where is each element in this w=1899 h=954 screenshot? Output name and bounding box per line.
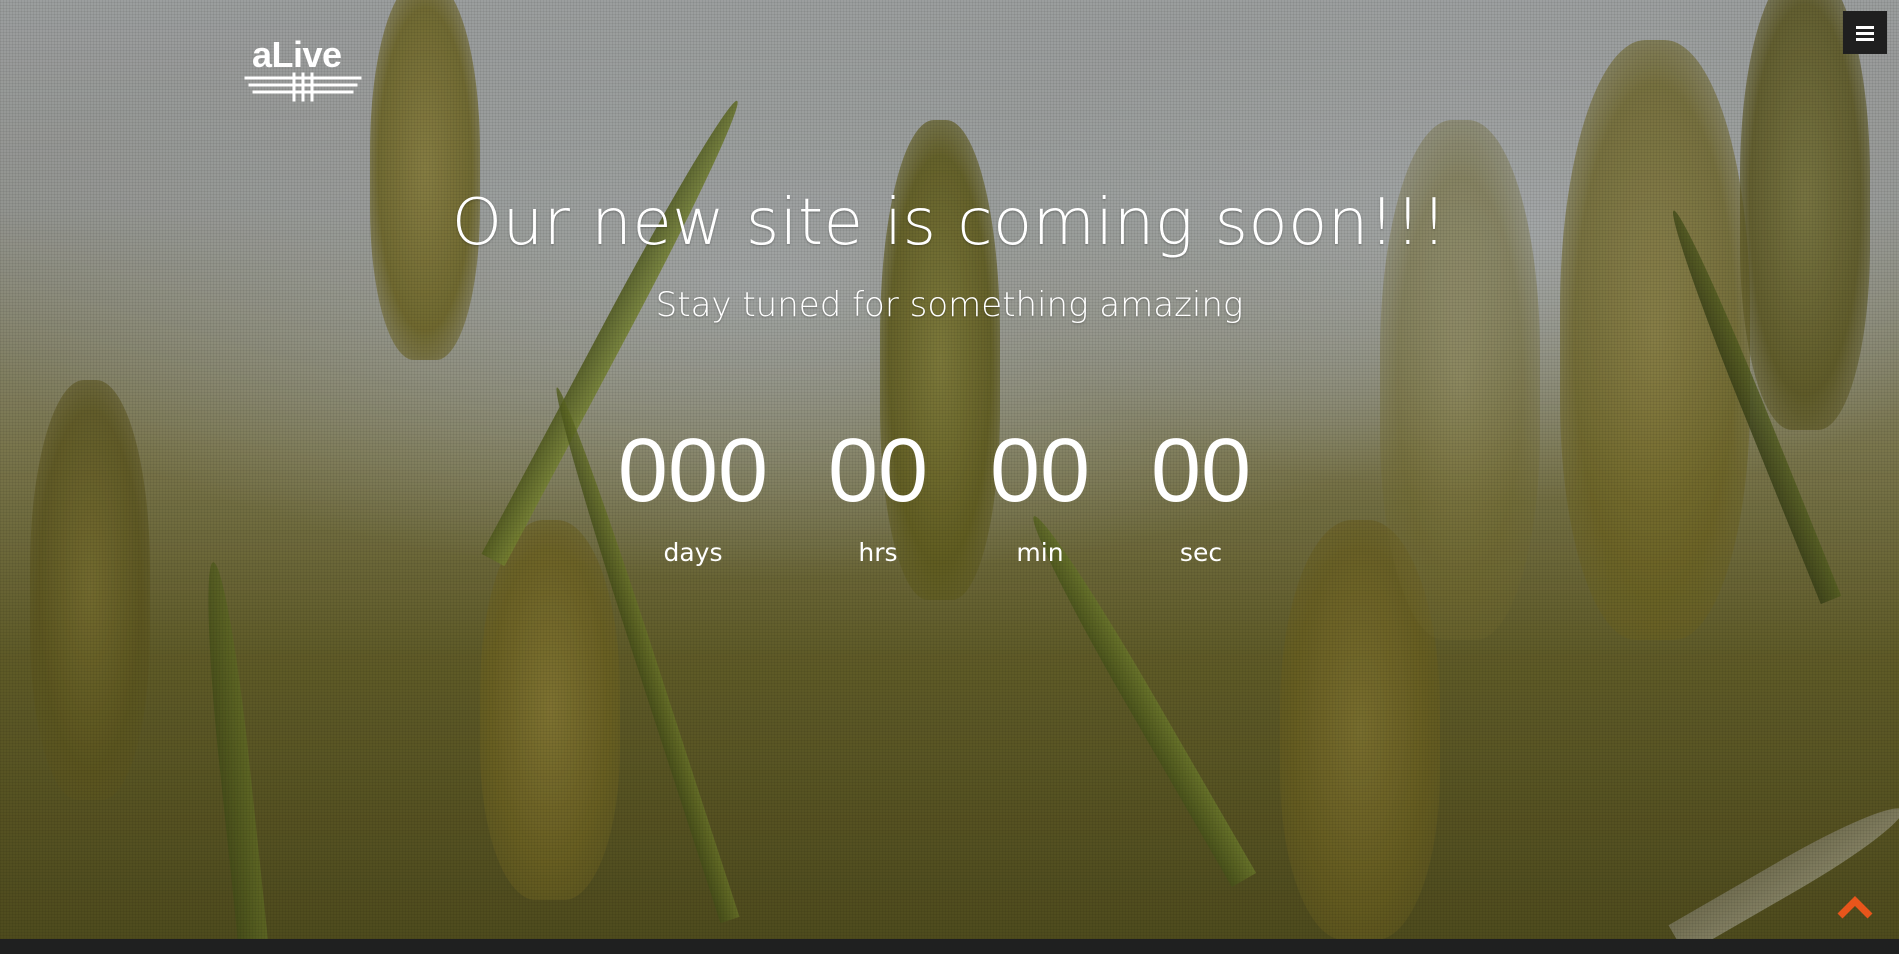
countdown-seconds-value: 00 [1150,421,1252,521]
site-logo[interactable]: aLive [244,34,362,104]
page-title: Our new site is coming soon!!! [451,186,1448,260]
hamburger-menu-icon [1856,25,1874,41]
countdown-seconds-label: sec [1179,538,1223,567]
countdown-hours: 00 hrs [818,425,938,567]
footer-bar [0,939,1899,954]
countdown-minutes-label: min [1016,538,1064,567]
countdown-timer: 000 days 00 hrs 00 min 00 sec [0,425,1899,575]
logo-emblem-icon [244,72,362,102]
countdown-days: 000 days [612,425,774,567]
countdown-hours-value: 00 [827,421,929,521]
page-subtitle: Stay tuned for something amazing [655,285,1244,325]
countdown-days-value: 000 [617,421,769,521]
chevron-up-icon [1837,896,1873,919]
menu-button[interactable] [1843,11,1887,54]
countdown-seconds: 00 sec [1141,425,1261,567]
countdown-minutes: 00 min [980,425,1100,567]
scroll-to-top-button[interactable] [1836,892,1874,920]
countdown-days-label: days [663,538,723,567]
countdown-hours-label: hrs [858,538,898,567]
countdown-minutes-value: 00 [989,421,1091,521]
